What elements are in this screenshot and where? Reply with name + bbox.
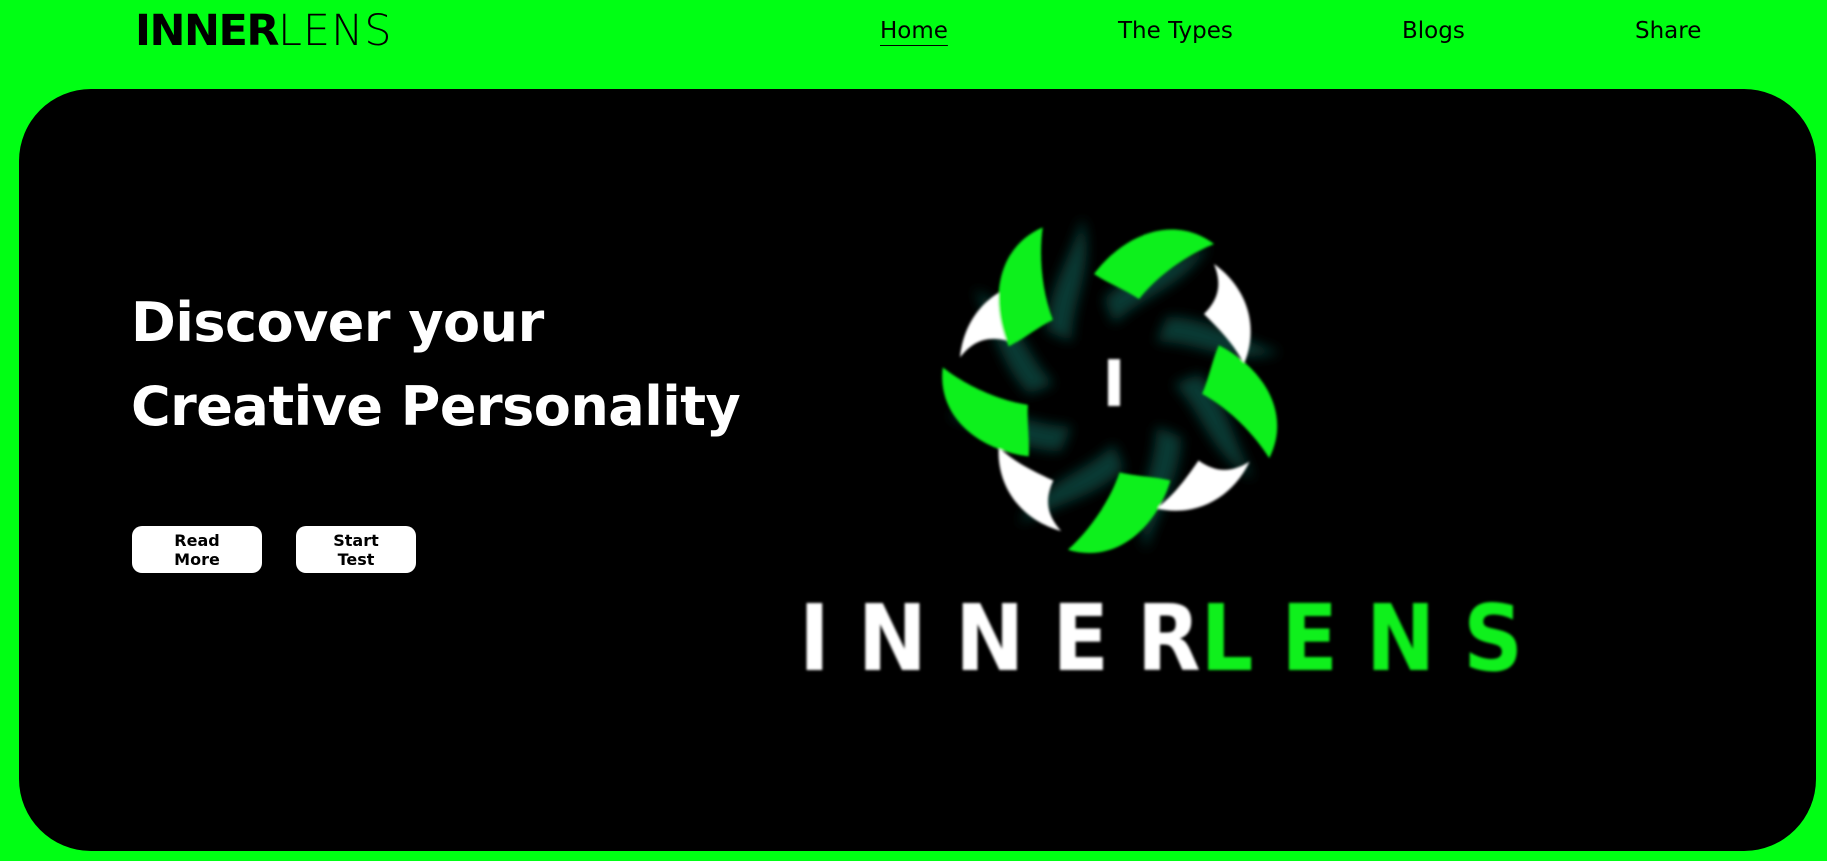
logo-letter: L (1200, 585, 1254, 692)
brand-bold: INNER (135, 6, 279, 56)
logo-wordmark: I N N E R L E N S (799, 589, 1523, 689)
logo-letter: N (1365, 585, 1436, 692)
innerlens-swirl-logo-icon: I (930, 217, 1284, 564)
logo-letter: R (1136, 585, 1201, 692)
logo-letter: E (1281, 585, 1338, 692)
logo-letter: N (955, 585, 1025, 692)
top-navbar: INNERLENS Home The Types Blogs Share (0, 0, 1827, 88)
brand-thin: LENS (277, 6, 393, 56)
read-more-button[interactable]: Read More (132, 526, 262, 573)
start-test-button[interactable]: Start Test (296, 526, 416, 573)
hero-headline: Discover your Creative Personality (131, 281, 741, 449)
nav-blogs-link[interactable]: Blogs (1402, 18, 1465, 44)
nav-the-types-link[interactable]: The Types (1118, 18, 1233, 44)
logo-center-letter: I (1102, 348, 1126, 422)
logo-letter: N (857, 585, 928, 692)
nav-share-link[interactable]: Share (1635, 18, 1701, 44)
hero-section: Discover your Creative Personality Read … (19, 89, 1816, 851)
hero-headline-line1: Discover your (131, 291, 544, 354)
logo-letter: I (799, 585, 830, 692)
logo-letter: E (1052, 585, 1109, 692)
brand-logo-text[interactable]: INNERLENS (135, 10, 393, 53)
logo-word-white: I N N E R (799, 589, 1201, 689)
logo-letter: S (1463, 585, 1523, 692)
logo-word-green: L E N S (1201, 589, 1523, 689)
hero-headline-line2: Creative Personality (131, 375, 741, 438)
nav-home-link[interactable]: Home (880, 18, 948, 44)
